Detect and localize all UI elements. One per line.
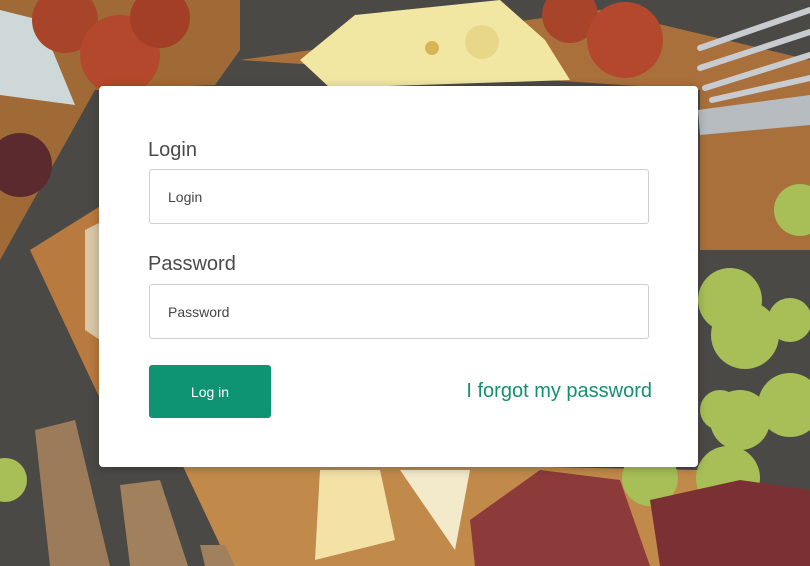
password-label: Password bbox=[148, 253, 236, 275]
login-card: Login Password Log in I forgot my passwo… bbox=[99, 86, 698, 467]
forgot-password-link[interactable]: I forgot my password bbox=[466, 380, 652, 403]
login-button[interactable]: Log in bbox=[149, 365, 271, 418]
login-label: Login bbox=[148, 139, 197, 161]
password-input[interactable] bbox=[149, 284, 649, 339]
login-input[interactable] bbox=[149, 169, 649, 224]
